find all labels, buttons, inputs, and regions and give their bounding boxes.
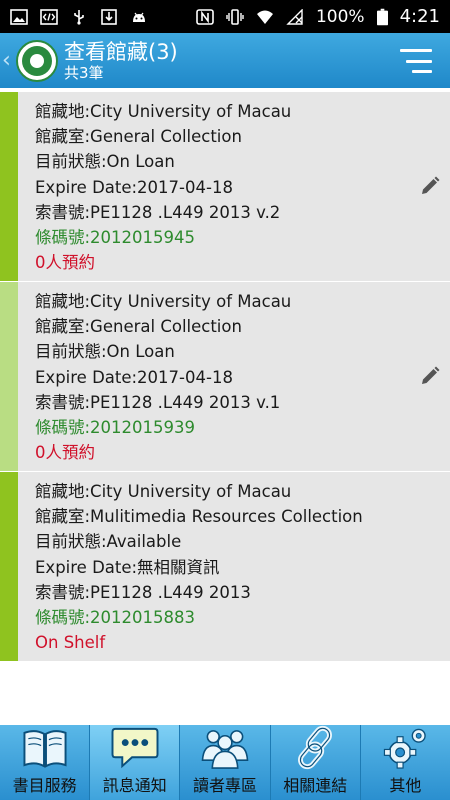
- holding-item[interactable]: 館藏地:City University of Macau 館藏室:General…: [0, 282, 450, 472]
- usb-icon: [74, 9, 84, 25]
- logo-emblem: [22, 45, 52, 76]
- holding-status: 目前狀態:Available: [35, 532, 182, 552]
- vibrate-icon: [226, 8, 244, 25]
- holding-barcode: 條碼號:2012015939: [35, 418, 196, 438]
- item-stripe: [0, 92, 18, 281]
- holding-item[interactable]: 館藏地:City University of Macau 館藏室:General…: [0, 92, 450, 282]
- nfc-icon: [196, 8, 214, 25]
- holding-status: 目前狀態:On Loan: [35, 152, 175, 172]
- menu-icon: [400, 49, 432, 52]
- nav-label: 訊息通知: [102, 776, 167, 795]
- chat-icon: [111, 727, 159, 769]
- system-icons: 100% 4:21: [196, 6, 440, 27]
- battery-icon: [376, 8, 388, 25]
- holding-item[interactable]: 館藏地:City University of Macau 館藏室:Mulitim…: [0, 472, 450, 662]
- holding-location: 館藏地:City University of Macau: [35, 482, 292, 501]
- title-block: 查看館藏(3) 共3筆: [64, 40, 178, 82]
- wifi-icon: [256, 10, 273, 24]
- notification-icons: [10, 8, 148, 25]
- nav-label: 其他: [389, 776, 422, 795]
- holding-collection: 館藏室:General Collection: [35, 317, 242, 337]
- holding-expire-date: Expire Date:無相關資訊: [35, 557, 220, 577]
- holding-call-number: 索書號:PE1128 .L449 2013: [35, 582, 251, 602]
- nav-item-other[interactable]: 其他: [361, 725, 450, 800]
- item-stripe: [0, 472, 18, 661]
- holding-location: 館藏地:City University of Macau: [35, 102, 292, 121]
- link-icon: [298, 725, 333, 770]
- page-title: 查看館藏(3): [64, 39, 178, 64]
- nav-item-catalog[interactable]: 書目服務: [0, 725, 91, 800]
- holding-barcode: 條碼號:2012015945: [35, 228, 196, 248]
- holdings-list: 館藏地:City University of Macau 館藏室:General…: [0, 92, 450, 662]
- edit-icon[interactable]: [420, 176, 440, 196]
- nav-item-notifications[interactable]: 訊息通知: [90, 725, 181, 800]
- edit-icon[interactable]: [420, 366, 440, 386]
- university-logo[interactable]: [16, 39, 58, 82]
- item-stripe: [0, 282, 18, 471]
- back-icon[interactable]: ‹: [2, 48, 16, 73]
- holding-call-number: 索書號:PE1128 .L449 2013 v.2: [35, 202, 281, 222]
- battery-percent: 100%: [315, 6, 365, 27]
- download-icon: [101, 8, 117, 25]
- nav-label: 相關連結: [283, 776, 348, 795]
- nav-label: 書目服務: [12, 776, 77, 795]
- holding-reservations: 0人預約: [35, 253, 95, 273]
- menu-button[interactable]: [400, 49, 432, 73]
- android-icon: [133, 12, 145, 22]
- signal-off-icon: [286, 8, 303, 25]
- holding-expire-date: Expire Date:2017-04-18: [35, 177, 233, 197]
- holding-shelf-status: On Shelf: [35, 633, 106, 653]
- holding-expire-date: Expire Date:2017-04-18: [35, 367, 233, 387]
- clock: 4:21: [399, 6, 440, 27]
- nav-item-readers[interactable]: 讀者專區: [180, 725, 271, 800]
- image-icon: [10, 8, 28, 25]
- holding-collection: 館藏室:General Collection: [35, 127, 242, 147]
- holding-status: 目前狀態:On Loan: [35, 342, 175, 362]
- holding-reservations: 0人預約: [35, 443, 95, 463]
- nav-label: 讀者專區: [193, 776, 258, 795]
- holding-barcode: 條碼號:2012015883: [35, 608, 196, 628]
- holding-location: 館藏地:City University of Macau: [35, 292, 292, 311]
- bottom-nav: 書目服務 訊息通知 讀者專區 相關連結 其他: [0, 725, 450, 800]
- record-count: 共3筆: [64, 63, 104, 82]
- book-icon: [23, 730, 67, 768]
- readers-icon: [201, 730, 249, 769]
- status-bar: 100% 4:21: [0, 0, 450, 33]
- code-icon: [40, 8, 58, 25]
- app-bar: ‹ 查看館藏(3) 共3筆: [0, 33, 450, 88]
- gears-icon: [384, 728, 427, 769]
- holding-call-number: 索書號:PE1128 .L449 2013 v.1: [35, 392, 281, 412]
- holding-collection: 館藏室:Mulitimedia Resources Collection: [35, 507, 363, 527]
- nav-item-links[interactable]: 相關連結: [271, 725, 361, 800]
